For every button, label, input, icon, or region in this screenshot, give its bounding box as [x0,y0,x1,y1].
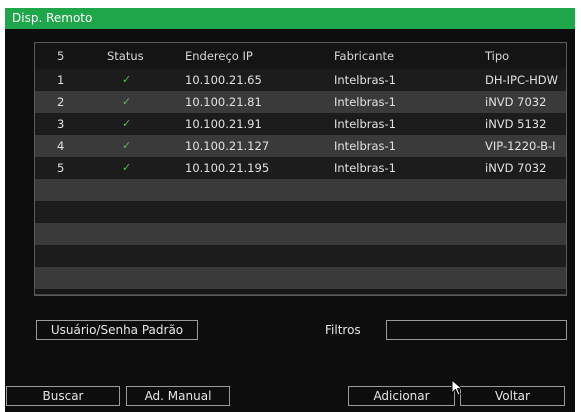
row-manufacturer: Intelbras-1 [334,139,396,153]
empty-row [35,201,566,223]
column-header-count[interactable]: 5 [57,49,87,63]
row-type: DH-IPC-HDW [485,73,559,87]
empty-row [35,179,566,201]
row-number: 4 [57,139,65,153]
row-manufacturer: Intelbras-1 [334,117,396,131]
back-button[interactable]: Voltar [460,386,565,406]
row-number: 5 [57,161,65,175]
filters-label: Filtros [325,323,361,337]
table-row[interactable]: 2 ✓ 10.100.21.81 Intelbras-1 iNVD 7032 [35,91,566,113]
column-header-ip[interactable]: Endereço IP [185,49,325,63]
empty-row [35,267,566,289]
table-row[interactable]: 5 ✓ 10.100.21.195 Intelbras-1 iNVD 7032 [35,157,566,179]
status-check-icon: ✓ [122,117,132,130]
row-number: 3 [57,117,65,131]
table-row[interactable]: 1 ✓ 10.100.21.65 Intelbras-1 DH-IPC-HDW [35,69,566,91]
window-title: Disp. Remoto [12,11,93,25]
status-check-icon: ✓ [122,95,132,108]
row-ip: 10.100.21.65 [185,73,262,87]
search-button[interactable]: Buscar [6,386,120,406]
mouse-pointer-icon [451,379,464,396]
row-ip: 10.100.21.127 [185,139,270,153]
table-row[interactable]: 4 ✓ 10.100.21.127 Intelbras-1 VIP-1220-B… [35,135,566,157]
horizontal-scrollbar[interactable]: ◂ ▸ [35,294,566,295]
row-type: iNVD 7032 [485,95,547,109]
row-ip: 10.100.21.91 [185,117,262,131]
row-type: iNVD 5132 [485,117,547,131]
row-manufacturer: Intelbras-1 [334,161,396,175]
default-credentials-button[interactable]: Usuário/Senha Padrão [36,320,198,340]
row-manufacturer: Intelbras-1 [334,95,396,109]
row-manufacturer: Intelbras-1 [334,73,396,87]
row-type: iNVD 7032 [485,161,547,175]
table-row[interactable]: 3 ✓ 10.100.21.91 Intelbras-1 iNVD 5132 [35,113,566,135]
column-header-manufacturer[interactable]: Fabricante [334,49,474,63]
column-header-type[interactable]: Tipo [485,49,565,63]
status-check-icon: ✓ [122,73,132,86]
status-check-icon: ✓ [122,161,132,174]
empty-row [35,245,566,267]
row-ip: 10.100.21.195 [185,161,270,175]
table-header: 5 Status Endereço IP Fabricante Tipo [35,45,566,67]
row-ip: 10.100.21.81 [185,95,262,109]
empty-row [35,223,566,245]
row-number: 2 [57,95,65,109]
manual-add-button[interactable]: Ad. Manual [126,386,230,406]
row-number: 1 [57,73,65,87]
remote-devices-window: Disp. Remoto 5 Status Endereço IP Fabric… [5,8,575,412]
add-button[interactable]: Adicionar [348,386,455,406]
row-type: VIP-1220-B-I [485,139,556,153]
column-header-status[interactable]: Status [107,49,167,63]
device-table: 5 Status Endereço IP Fabricante Tipo 1 ✓… [34,42,567,296]
filters-input[interactable] [386,320,567,340]
status-check-icon: ✓ [122,139,132,152]
title-bar: Disp. Remoto [5,8,575,29]
